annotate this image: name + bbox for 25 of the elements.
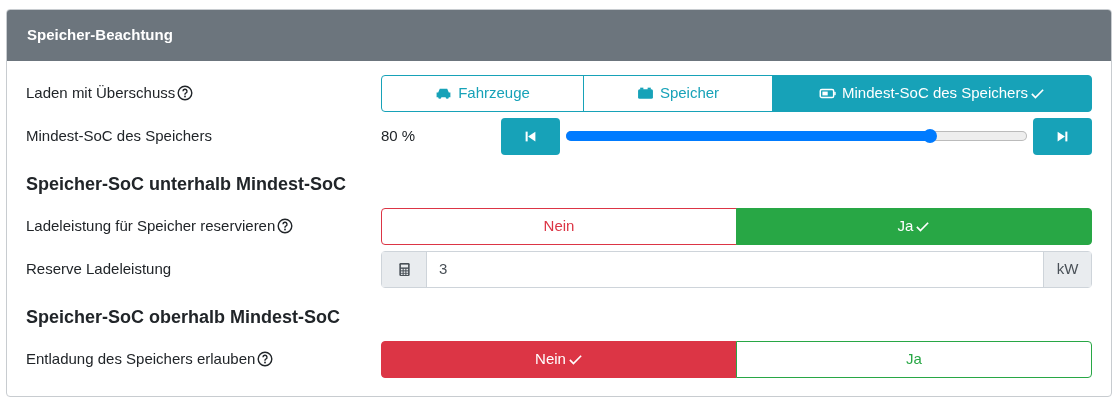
skip-forward-icon <box>1056 129 1069 143</box>
toggle-button[interactable]: Fahrzeuge <box>381 74 584 112</box>
unit-label: kW <box>1043 251 1091 287</box>
section-heading: Speicher-SoC oberhalb Mindest-SoC <box>26 305 342 329</box>
value-reading: 80 % <box>381 125 417 146</box>
field-label: Entladung des Speichers erlauben <box>26 348 256 369</box>
toggle-button[interactable]: Nein <box>381 207 737 245</box>
field-label: Mindest-SoC des Speichers <box>26 125 212 146</box>
increase-button[interactable] <box>1033 117 1092 155</box>
toggle-button[interactable]: Ja <box>736 207 1092 245</box>
toggle-button[interactable]: Nein <box>381 340 737 378</box>
slider-track[interactable] <box>566 131 1027 141</box>
toggle-button[interactable]: Speicher <box>583 74 773 112</box>
decrease-button[interactable] <box>501 117 560 155</box>
toggle-button[interactable]: Ja <box>736 340 1092 378</box>
input-group[interactable]: 3 kW <box>381 250 1092 288</box>
section-heading: Speicher-SoC unterhalb Mindest-SoC <box>26 172 348 196</box>
field-label: Ladeleistung für Speicher reservieren <box>26 215 276 236</box>
toggle-button[interactable]: Mindest-SoC des Speichers <box>772 74 1092 112</box>
card-title: Speicher-Beachtung <box>7 10 1111 61</box>
field-label: Laden mit Überschuss <box>26 82 176 103</box>
calculator-icon <box>396 261 412 277</box>
slider-thumb[interactable] <box>923 129 938 143</box>
skip-back-icon <box>524 129 537 143</box>
field-label: Reserve Ladeleistung <box>26 258 172 279</box>
